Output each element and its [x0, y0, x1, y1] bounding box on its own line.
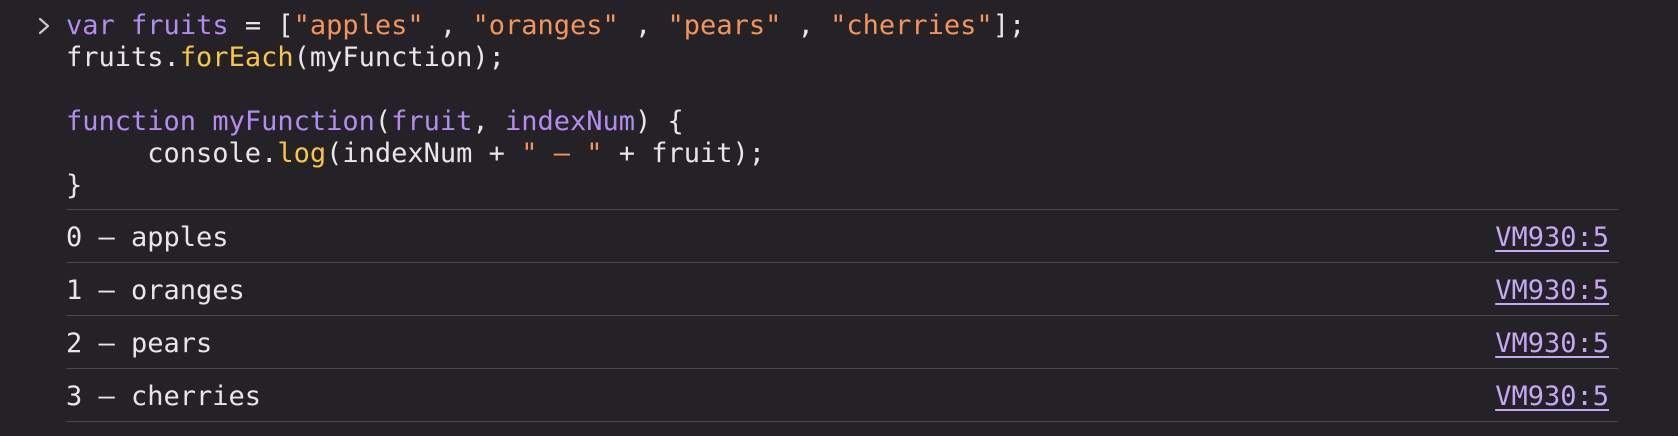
source-location-link[interactable]: VM930:5 — [1495, 328, 1609, 359]
code-token: ) { — [634, 106, 684, 137]
source-location-link[interactable]: VM930:5 — [1495, 275, 1609, 306]
console-output-list: 0 – apples VM930:5 1 – oranges VM930:5 2 – p… — [66, 209, 1618, 422]
code-token: " – " — [521, 138, 603, 169]
code-token: , — [781, 10, 831, 41]
code-token: (myFunction); — [293, 42, 505, 73]
code-token: , — [618, 10, 668, 41]
code-token: console. — [66, 138, 278, 169]
code-token: "apples" — [293, 10, 424, 41]
code-token: ]; — [992, 10, 1026, 41]
code-token: fruits — [131, 10, 229, 41]
code-line: fruits.forEach(myFunction); — [66, 42, 1025, 74]
code-token: , — [423, 10, 473, 41]
code-token: fruits. — [66, 42, 180, 73]
code-token: forEach — [179, 42, 294, 73]
code-token: ( — [374, 106, 392, 137]
code-line: } — [66, 170, 1025, 202]
devtools-console: var fruits = ["apples" , "oranges" , "pe… — [0, 0, 1678, 436]
code-token: "oranges" — [472, 10, 619, 41]
code-token: fruit — [391, 106, 473, 137]
code-token: indexNum — [504, 106, 635, 137]
console-log-row: 0 – apples VM930:5 — [66, 209, 1618, 262]
console-log-row: 1 – oranges VM930:5 — [66, 262, 1618, 315]
log-message: 0 – apples — [66, 222, 229, 253]
code-token: , — [472, 106, 505, 137]
log-message: 1 – oranges — [66, 275, 245, 306]
source-location-link[interactable]: VM930:5 — [1495, 222, 1609, 253]
code-token: myFunction — [212, 106, 375, 137]
code-token: + fruit); — [602, 138, 766, 169]
console-log-row: 3 – cherries VM930:5 — [66, 368, 1618, 422]
code-token: "cherries" — [830, 10, 993, 41]
code-token: "pears" — [667, 10, 782, 41]
console-log-row: 2 – pears VM930:5 — [66, 315, 1618, 368]
source-location-link[interactable]: VM930:5 — [1495, 381, 1609, 412]
code-token: function — [66, 106, 197, 137]
code-line: function myFunction(fruit, indexNum) { — [66, 106, 1025, 138]
code-token: (indexNum + — [326, 138, 522, 169]
code-token: log — [277, 138, 327, 169]
code-token: = [ — [228, 10, 294, 41]
log-message: 2 – pears — [66, 328, 213, 359]
code-line: var fruits = ["apples" , "oranges" , "pe… — [66, 10, 1025, 42]
code-line: console.log(indexNum + " – " + fruit); — [66, 138, 1025, 170]
code-token: var — [66, 10, 115, 41]
console-input-code[interactable]: var fruits = ["apples" , "oranges" , "pe… — [66, 10, 1025, 202]
chevron-right-icon — [38, 17, 50, 35]
log-message: 3 – cherries — [66, 381, 262, 412]
code-token: } — [66, 170, 83, 201]
